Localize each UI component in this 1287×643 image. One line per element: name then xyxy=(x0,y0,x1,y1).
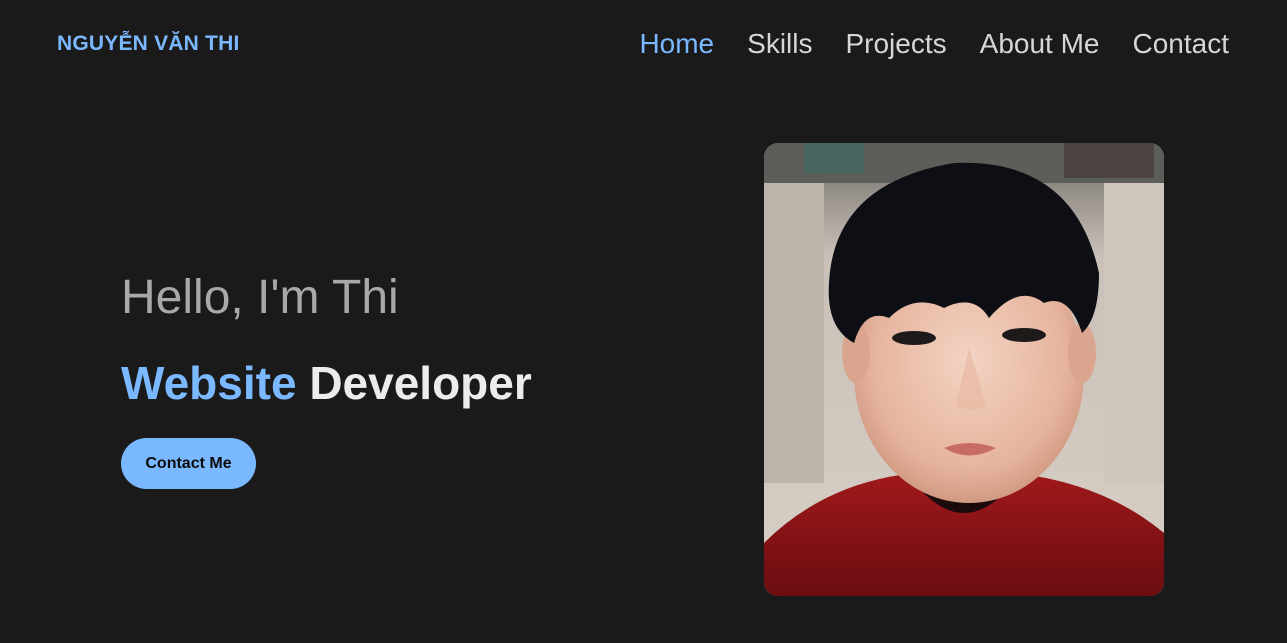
profile-photo xyxy=(764,143,1164,596)
main-nav: Home Skills Projects About Me Contact xyxy=(639,28,1229,60)
profile-photo-image xyxy=(764,143,1164,596)
nav-about-me[interactable]: About Me xyxy=(980,28,1100,60)
hero-role-rest: Developer xyxy=(309,357,532,409)
nav-contact[interactable]: Contact xyxy=(1133,28,1230,60)
nav-home[interactable]: Home xyxy=(639,28,714,60)
site-logo[interactable]: NGUYỄN VĂN THI xyxy=(57,32,239,56)
hero-role: Website Developer xyxy=(121,356,532,410)
nav-skills[interactable]: Skills xyxy=(747,28,812,60)
hero-role-accent: Website xyxy=(121,357,297,409)
contact-me-button[interactable]: Contact Me xyxy=(121,438,256,489)
hero-greeting: Hello, I'm Thi xyxy=(121,271,399,324)
page: NGUYỄN VĂN THI Home Skills Projects Abou… xyxy=(0,0,1287,643)
nav-projects[interactable]: Projects xyxy=(845,28,946,60)
